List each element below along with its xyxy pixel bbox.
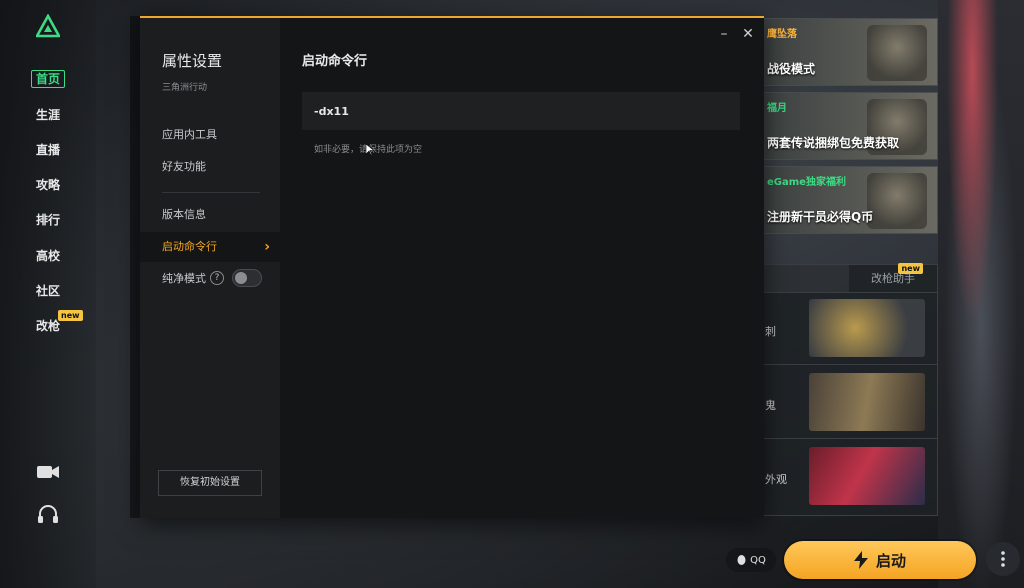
nav-item-label: 改枪	[35, 319, 60, 333]
pure-mode-toggle[interactable]	[232, 269, 262, 287]
chevron-right-icon: ›	[264, 239, 270, 255]
gold-bars-image	[809, 299, 925, 357]
promo-image	[867, 25, 927, 81]
promo-title: 注册新干员必得Q币	[767, 210, 874, 224]
promo-card-campaign[interactable]: 鹰坠落 战役模式	[760, 18, 938, 86]
promo-title: 战役模式	[767, 62, 816, 76]
nav-item-label: 攻略	[35, 178, 60, 192]
tab-gunsmith-assistant[interactable]: 改枪助手 new	[849, 263, 937, 292]
tab-left[interactable]	[761, 265, 849, 292]
nav-item-label: 高校	[35, 249, 60, 263]
main-nav: 首页 生涯 直播 攻略 排行 高校 社区 改枪 new	[0, 0, 96, 588]
settings-item-label: 纯净模式	[162, 272, 206, 285]
video-camera-icon[interactable]	[36, 462, 60, 482]
launch-label: 启动	[875, 551, 906, 570]
reset-defaults-button[interactable]: 恢复初始设置	[158, 470, 262, 496]
item-label: 刺	[765, 325, 776, 338]
settings-item-label: 启动命令行	[162, 240, 217, 253]
mouse-cursor-icon	[366, 144, 374, 156]
settings-item-label: 版本信息	[162, 208, 206, 221]
settings-item-friends[interactable]: 好友功能	[140, 152, 280, 182]
settings-item-version[interactable]: 版本信息	[140, 200, 280, 230]
headset-icon[interactable]	[36, 505, 60, 525]
settings-item-in-app-tools[interactable]: 应用内工具	[140, 120, 280, 150]
item-label: 外观	[765, 473, 787, 486]
promo-card-bundle[interactable]: 福月 两套传说捆绑包免费获取	[760, 92, 938, 160]
help-icon[interactable]: ?	[210, 271, 224, 285]
nav-item-label: 排行	[35, 213, 60, 227]
gunsmith-item[interactable]: 外观	[761, 441, 937, 513]
gunsmith-panel: 改枪助手 new 刺 鬼 外观	[760, 263, 938, 516]
settings-item-pure-mode: 纯净模式 ?	[162, 268, 272, 288]
penguin-icon	[737, 555, 746, 565]
divider	[162, 192, 260, 193]
gunsmith-item[interactable]: 鬼	[761, 367, 937, 439]
promo-tag: eGame独家福利	[767, 177, 846, 188]
close-button[interactable]: ✕	[740, 26, 756, 42]
nav-item-career[interactable]: 生涯	[0, 106, 96, 123]
hero-character-art	[938, 0, 1024, 588]
skin-image	[809, 447, 925, 505]
nav-item-live[interactable]: 直播	[0, 141, 96, 158]
settings-item-label: 好友功能	[162, 160, 206, 173]
nav-item-community[interactable]: 社区	[0, 282, 96, 299]
launch-command-input[interactable]	[302, 92, 740, 130]
gunsmith-item[interactable]: 刺	[761, 293, 937, 365]
item-label: 鬼	[765, 399, 776, 412]
rifle-image	[809, 373, 925, 431]
settings-item-launch-command[interactable]: 启动命令行 ›	[140, 232, 280, 262]
dialog-subtitle: 三角洲行动	[162, 83, 208, 93]
section-title: 启动命令行	[302, 54, 368, 69]
nav-item-gunsmith[interactable]: 改枪 new	[0, 310, 96, 334]
nav-item-ranking[interactable]: 排行	[0, 211, 96, 228]
new-badge: new	[58, 310, 83, 321]
more-vertical-icon	[1001, 551, 1005, 567]
app-logo-icon	[36, 14, 60, 38]
nav-item-guides[interactable]: 攻略	[0, 176, 96, 193]
nav-item-label: 直播	[35, 143, 60, 157]
promo-card-egame[interactable]: eGame独家福利 注册新干员必得Q币	[760, 166, 938, 234]
qq-login-button[interactable]: QQ	[726, 548, 776, 572]
promo-title: 两套传说捆绑包免费获取	[767, 136, 900, 150]
launch-button[interactable]: 启动	[784, 541, 976, 579]
promo-image	[867, 173, 927, 229]
nav-item-label: 社区	[35, 284, 60, 298]
nav-item-home[interactable]: 首页	[0, 70, 96, 88]
nav-item-label: 首页	[30, 70, 65, 88]
nav-item-label: 生涯	[35, 108, 60, 122]
toggle-knob	[235, 272, 247, 284]
minimize-button[interactable]: –	[716, 26, 732, 42]
promo-tag: 福月	[767, 103, 787, 114]
settings-dialog: 属性设置 三角洲行动 应用内工具 好友功能 版本信息 启动命令行 › 纯净模式 …	[140, 16, 764, 518]
settings-item-label: 应用内工具	[162, 128, 217, 141]
qq-label: QQ	[750, 554, 766, 566]
nav-item-college[interactable]: 高校	[0, 247, 96, 264]
dialog-backdrop	[130, 16, 140, 518]
more-options-button[interactable]	[986, 542, 1020, 576]
dialog-title: 属性设置	[162, 52, 223, 70]
lightning-icon	[853, 551, 868, 569]
settings-sidebar: 属性设置 三角洲行动 应用内工具 好友功能 版本信息 启动命令行 › 纯净模式 …	[140, 18, 280, 518]
new-badge: new	[898, 263, 923, 274]
gunsmith-tabs: 改枪助手 new	[761, 263, 937, 293]
promo-tag: 鹰坠落	[767, 29, 797, 40]
